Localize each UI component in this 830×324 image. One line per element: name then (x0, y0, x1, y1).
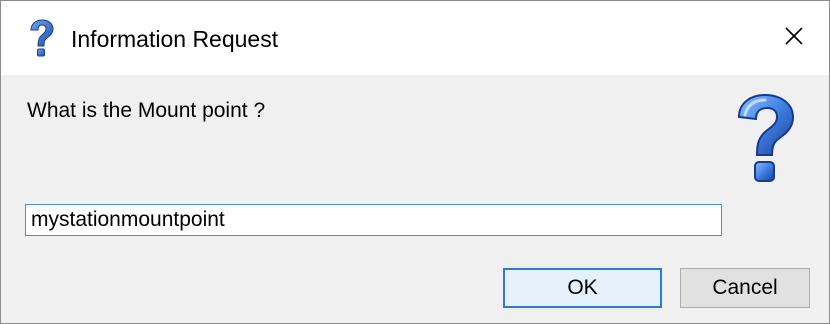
ok-button-label: OK (567, 276, 598, 299)
cancel-button[interactable]: Cancel (680, 268, 810, 308)
mount-point-input[interactable] (25, 204, 722, 236)
large-question-icon (735, 93, 797, 189)
title-bar: Information Request (1, 1, 829, 75)
cancel-button-label: Cancel (712, 276, 778, 299)
close-icon (784, 26, 804, 51)
prompt-label: What is the Mount point ? (27, 99, 266, 122)
window-title: Information Request (71, 26, 279, 52)
question-icon (25, 19, 57, 59)
information-request-dialog: Information Request What is the Mount po… (0, 0, 830, 324)
ok-button[interactable]: OK (503, 268, 662, 308)
close-button[interactable] (759, 1, 829, 75)
